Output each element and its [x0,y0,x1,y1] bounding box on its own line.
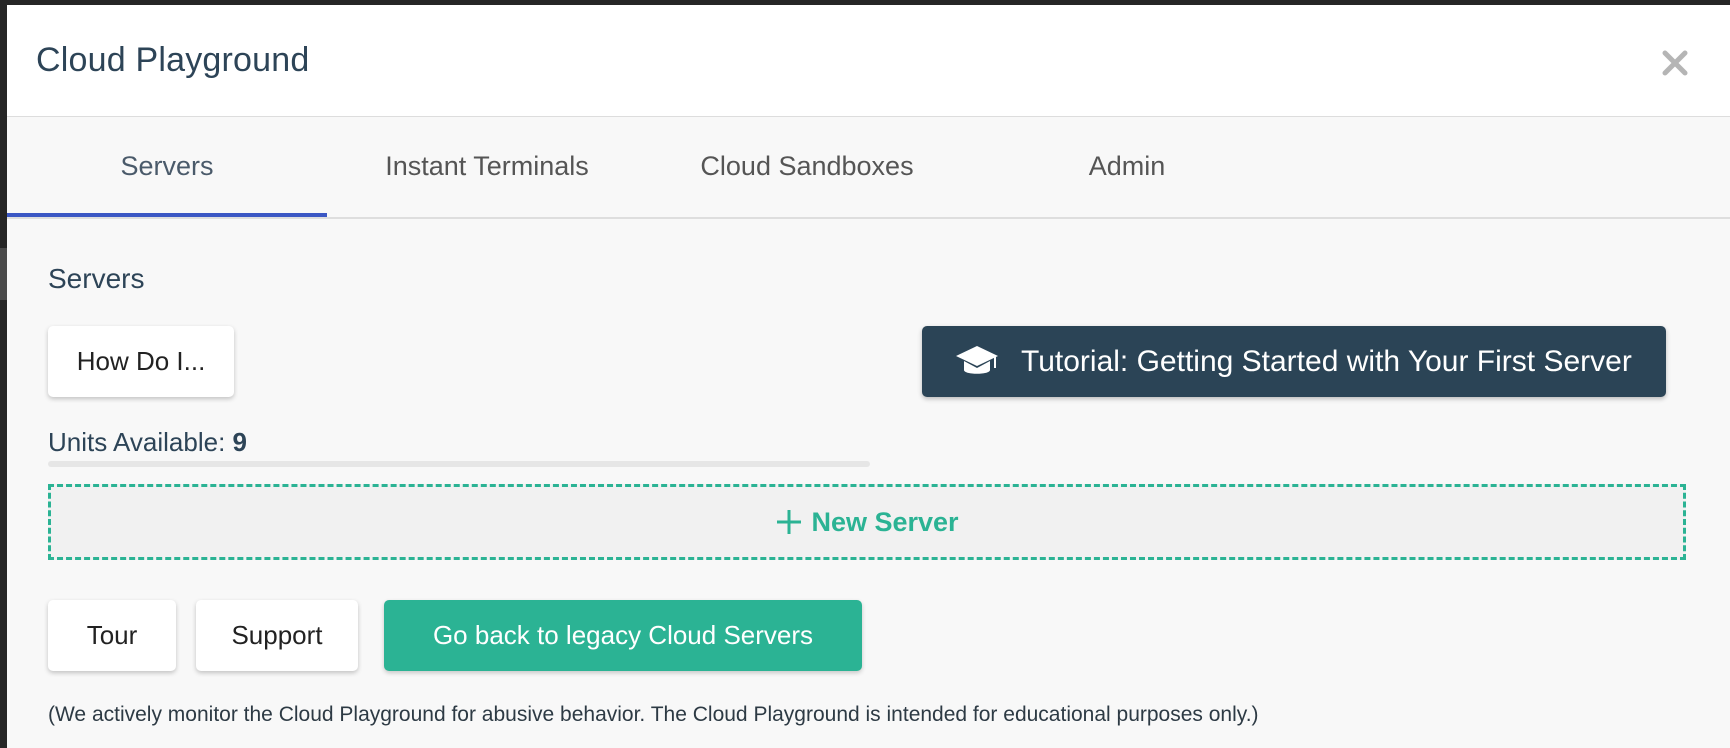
tab-label: Servers [120,150,214,181]
modal-title: Cloud Playground [36,41,310,79]
active-tab-indicator [7,213,327,217]
cloud-playground-modal: Cloud Playground Servers Instant Termina… [7,5,1730,748]
close-button[interactable] [1657,45,1693,81]
tab-servers[interactable]: Servers [7,117,327,217]
tutorial-label: Tutorial: Getting Started with Your Firs… [1021,344,1632,378]
tab-label: Admin [1088,150,1166,181]
units-value: 9 [232,427,247,457]
new-server-button[interactable]: New Server [48,484,1686,560]
tour-button[interactable]: Tour [48,600,176,671]
tutorial-button[interactable]: Tutorial: Getting Started with Your Firs… [922,326,1666,397]
section-title: Servers [48,263,145,294]
tab-cloud-sandboxes[interactable]: Cloud Sandboxes [647,117,967,215]
tab-label: Instant Terminals [385,150,589,181]
backdrop-strip [0,248,7,300]
how-do-i-button[interactable]: How Do I... [48,326,234,397]
tab-label: Cloud Sandboxes [700,150,914,181]
modal-header: Cloud Playground [7,5,1730,117]
plus-icon [777,510,802,534]
units-label: Units Available: [48,427,226,457]
tab-instant-terminals[interactable]: Instant Terminals [327,117,647,215]
tab-bar: Servers Instant Terminals Cloud Sandboxe… [7,117,1730,219]
tab-admin[interactable]: Admin [967,117,1287,215]
units-available: Units Available: 9 [48,427,247,458]
close-icon [1662,50,1688,76]
disclaimer-text: (We actively monitor the Cloud Playgroun… [48,703,1259,726]
legacy-cloud-servers-button[interactable]: Go back to legacy Cloud Servers [384,600,862,671]
support-button[interactable]: Support [196,600,358,671]
graduation-cap-icon [956,345,998,374]
units-progress-bar [48,461,870,467]
new-server-label: New Server [811,506,959,537]
